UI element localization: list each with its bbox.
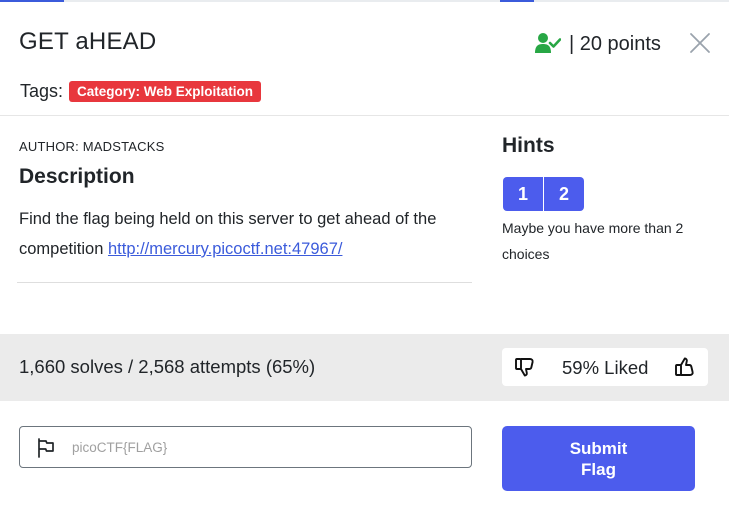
thumbs-up-icon[interactable]: [674, 356, 696, 378]
hint-buttons: 1 2: [503, 177, 584, 211]
flag-icon: [36, 438, 56, 458]
stats-bar: 1,660 solves / 2,568 attempts (65%) 59% …: [0, 334, 729, 401]
description-divider: [17, 282, 472, 283]
flag-input[interactable]: [72, 435, 462, 459]
hints-heading: Hints: [502, 134, 555, 157]
description-heading: Description: [19, 165, 135, 188]
liked-percentage: 59% Liked: [562, 357, 649, 378]
thumbs-down-icon[interactable]: [514, 356, 536, 378]
solves-stats: 1,660 solves / 2,568 attempts (65%): [19, 356, 316, 377]
submit-flag-button[interactable]: Submit Flag: [502, 426, 695, 491]
hint-text: Maybe you have more than 2 choices: [502, 220, 684, 262]
points-label: | 20 points: [569, 33, 661, 55]
author-label: AUTHOR: MADSTACKS: [19, 139, 165, 154]
tags-label: Tags:: [20, 80, 64, 101]
description-text: Find the flag being held on this server …: [19, 204, 469, 264]
challenge-link[interactable]: http://mercury.picoctf.net:47967/: [108, 240, 342, 258]
tags-row: Tags: Category: Web Exploitation: [20, 79, 262, 103]
close-icon[interactable]: [689, 32, 711, 54]
top-border-accent-right: [500, 0, 534, 2]
top-border-accent-left: [0, 0, 64, 2]
divider: [0, 115, 729, 116]
flag-input-container: [19, 426, 472, 468]
hint-button-1[interactable]: 1: [503, 177, 543, 211]
hint-button-2[interactable]: 2: [544, 177, 584, 211]
top-border: [0, 0, 729, 2]
challenge-header: GET aHEAD | 20 points: [19, 26, 714, 66]
like-box: 59% Liked: [502, 348, 708, 386]
user-check-icon: [535, 32, 562, 54]
challenge-title: GET aHEAD: [19, 28, 157, 55]
category-tag[interactable]: Category: Web Exploitation: [69, 80, 262, 102]
